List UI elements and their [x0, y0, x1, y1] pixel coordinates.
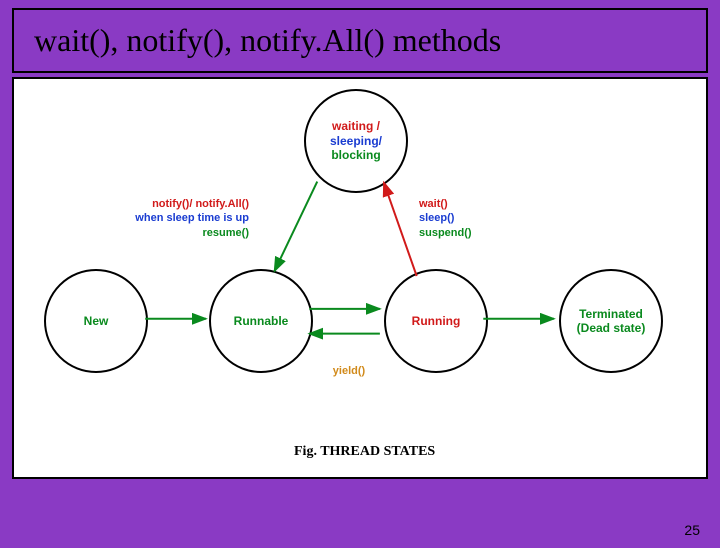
- terminated-label-2: (Dead state): [577, 321, 646, 335]
- wait-label: wait(): [419, 197, 509, 211]
- sleep-label: sleep(): [419, 211, 509, 225]
- page-title: wait(), notify(), notify.All() methods: [34, 22, 686, 59]
- notify-label: notify()/ notify.All(): [109, 197, 249, 211]
- page-number: 25: [684, 522, 700, 538]
- state-new: New: [44, 269, 148, 373]
- wsb-blocking-label: blocking: [331, 148, 380, 162]
- wsb-waiting-label: waiting /: [332, 119, 380, 133]
- resume-label: resume(): [109, 226, 249, 240]
- sleep-up-label: when sleep time is up: [109, 211, 249, 225]
- yield-label: yield(): [319, 364, 379, 378]
- suspend-label: suspend(): [419, 226, 509, 240]
- state-running: Running: [384, 269, 488, 373]
- state-runnable: Runnable: [209, 269, 313, 373]
- state-waiting-sleeping-blocking: waiting / sleeping/ blocking: [304, 89, 408, 193]
- terminated-label-1: Terminated: [579, 307, 643, 321]
- runnable-label: Runnable: [234, 314, 289, 328]
- running-label: Running: [412, 314, 461, 328]
- diagram-caption: Fig. THREAD STATES: [294, 444, 435, 460]
- label-to-runnable: notify()/ notify.All() when sleep time i…: [109, 197, 249, 240]
- label-to-wsb: wait() sleep() suspend(): [419, 197, 509, 240]
- wsb-sleeping-label: sleeping/: [330, 134, 382, 148]
- new-label: New: [84, 314, 109, 328]
- state-terminated: Terminated (Dead state): [559, 269, 663, 373]
- title-bar: wait(), notify(), notify.All() methods: [12, 8, 708, 73]
- thread-states-diagram: waiting / sleeping/ blocking New Runnabl…: [12, 77, 708, 479]
